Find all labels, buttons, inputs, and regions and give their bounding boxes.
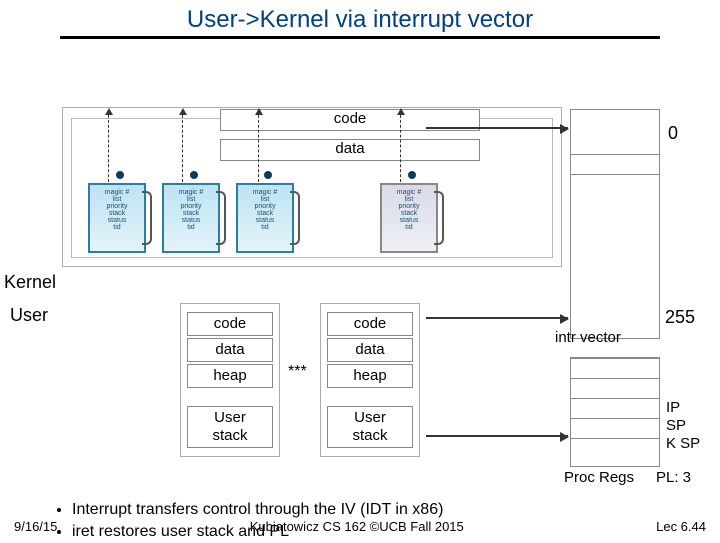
footer-center: Kubiatowicz CS 162 ©UCB Fall 2015 — [250, 519, 464, 534]
reg-ksp: K SP — [666, 435, 700, 453]
arrow-up-4 — [400, 110, 401, 182]
page-title: User->Kernel via interrupt vector — [0, 0, 720, 36]
cell-data: data — [187, 338, 273, 362]
cell-code: code — [187, 312, 273, 336]
arrow-up-3 — [258, 110, 259, 182]
arrow-stack-to-regs — [426, 435, 568, 437]
cell-user-stack: Userstack — [327, 406, 413, 448]
thread-block-1: magic #listprioritystackstatustid — [88, 183, 146, 253]
user-proc-2: code data heap Userstack — [320, 303, 420, 457]
arrow-code-to-vector — [426, 317, 568, 319]
thread-text: magic #listprioritystackstatustid — [105, 189, 130, 231]
thread-block-2: magic #listprioritystackstatustid — [162, 183, 220, 253]
arrow-up-2 — [182, 110, 183, 182]
thread-text: magic #listprioritystackstatustid — [397, 189, 422, 231]
user-label: User — [10, 305, 48, 326]
stars: *** — [288, 363, 307, 381]
vector-bottom-index: 255 — [665, 307, 695, 328]
arrow-to-vector — [426, 127, 568, 129]
cell-heap: heap — [327, 364, 413, 388]
kernel-data: data — [220, 139, 480, 161]
reg-labels: IP SP K SP — [666, 399, 700, 453]
thread-block-3: magic #listprioritystackstatustid — [236, 183, 294, 253]
pl-label: PL: 3 — [656, 469, 691, 486]
bullet-1: Interrupt transfers control through the … — [72, 499, 443, 521]
kernel-label: Kernel — [4, 272, 56, 293]
title-rule — [60, 36, 660, 39]
proc-regs-box — [570, 357, 660, 467]
vector-top-index: 0 — [668, 123, 678, 144]
interrupt-vector — [570, 109, 660, 339]
footer: 9/16/15 Kubiatowicz CS 162 ©UCB Fall 201… — [0, 519, 720, 534]
cell-heap: heap — [187, 364, 273, 388]
footer-date: 9/16/15 — [14, 519, 57, 534]
arrow-up-1 — [108, 110, 109, 182]
user-proc-1: code data heap Userstack — [180, 303, 280, 457]
footer-right: Lec 6.44 — [656, 519, 706, 534]
proc-regs-label: Proc Regs — [564, 469, 634, 486]
cell-user-stack: Userstack — [187, 406, 273, 448]
cell-data: data — [327, 338, 413, 362]
reg-ip: IP — [666, 399, 700, 417]
thread-block-4: magic #listprioritystackstatustid — [380, 183, 438, 253]
thread-text: magic #listprioritystackstatustid — [253, 189, 278, 231]
reg-sp: SP — [666, 417, 700, 435]
cell-code: code — [327, 312, 413, 336]
intr-vector-label: intr vector — [555, 329, 621, 346]
thread-text: magic #listprioritystackstatustid — [179, 189, 204, 231]
